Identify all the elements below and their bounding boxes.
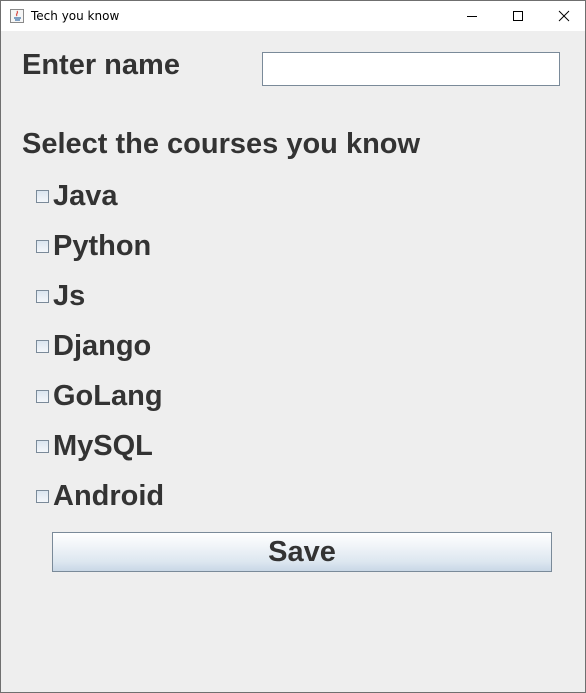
window-title: Tech you know xyxy=(31,9,120,23)
name-input[interactable] xyxy=(262,52,560,86)
minimize-icon xyxy=(467,16,477,17)
close-button[interactable] xyxy=(541,1,586,31)
mysql-checkbox[interactable] xyxy=(36,440,49,453)
minimize-button[interactable] xyxy=(449,1,495,31)
course-label: Android xyxy=(53,480,165,512)
python-checkbox[interactable] xyxy=(36,240,49,253)
android-checkbox[interactable] xyxy=(36,490,49,503)
js-checkbox[interactable] xyxy=(36,290,49,303)
java-checkbox[interactable] xyxy=(36,190,49,203)
golang-checkbox[interactable] xyxy=(36,390,49,403)
save-button[interactable]: Save xyxy=(52,532,552,572)
course-label: Js xyxy=(53,280,86,312)
course-label: GoLang xyxy=(53,380,163,412)
maximize-button[interactable] xyxy=(495,1,541,31)
app-window: Tech you know Enter name Select the cour… xyxy=(0,0,586,693)
django-checkbox[interactable] xyxy=(36,340,49,353)
name-label: Enter name xyxy=(22,49,180,81)
title-bar[interactable]: Tech you know xyxy=(1,1,585,31)
course-label: Java xyxy=(53,180,118,212)
java-app-icon xyxy=(10,9,24,23)
maximize-icon xyxy=(513,11,523,21)
close-icon xyxy=(558,10,570,22)
courses-heading: Select the courses you know xyxy=(22,128,421,160)
course-label: MySQL xyxy=(53,430,153,462)
course-label: Django xyxy=(53,330,152,362)
course-label: Python xyxy=(53,230,152,262)
